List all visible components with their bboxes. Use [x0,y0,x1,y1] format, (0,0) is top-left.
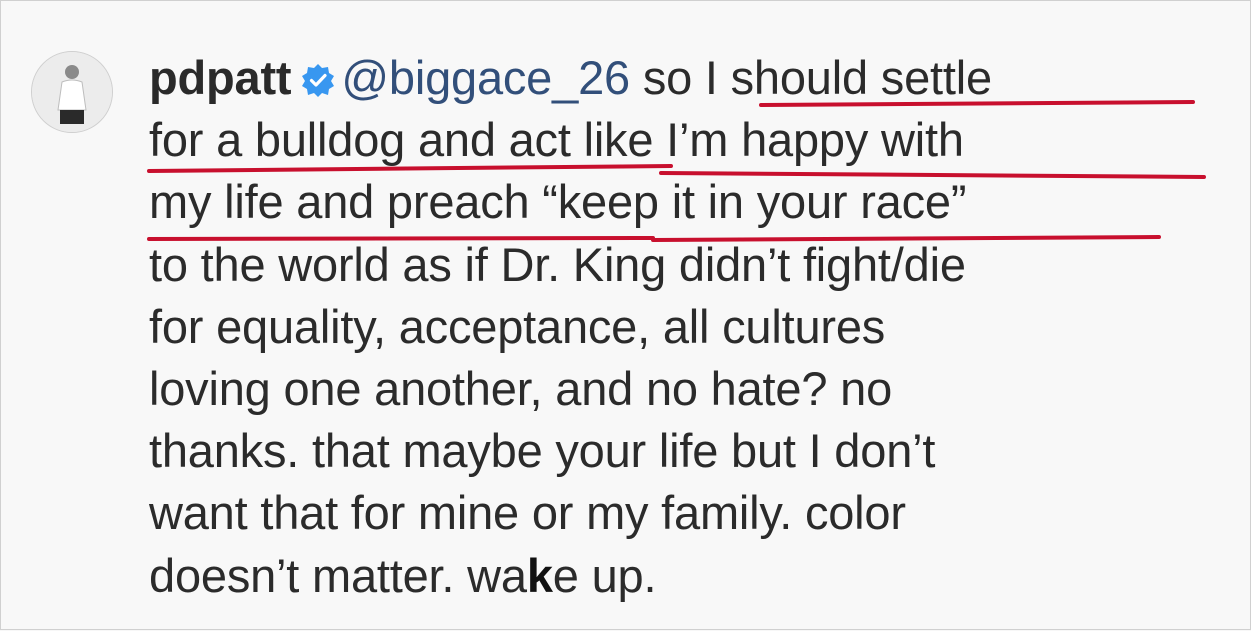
comment-card: pdpatt @biggace_26 so I should settle for… [0,0,1251,630]
comment-username[interactable]: pdpatt [149,51,292,104]
comment-line: loving one another, and no hate? no [149,362,893,416]
emphasized-letter: k [526,548,553,602]
avatar-photo [32,52,112,132]
comment-line: my life and preach “keep it in your race… [149,175,967,229]
comment-text: pdpatt @biggace_26 so I should settle for… [149,47,1229,607]
comment-line: for equality, acceptance, all cultures [149,299,886,353]
comment-line: e up. [552,548,657,602]
avatar[interactable] [31,51,113,133]
comment-line: so I should settle [642,51,992,104]
comment-line: for a bulldog and act like I’m happy wit… [149,113,964,167]
comment-line: want that for mine or my family. color [149,486,906,540]
mention-link[interactable]: @biggace_26 [341,51,630,104]
comment-line: thanks. that maybe your life but I don’t [149,424,936,478]
verified-badge-icon [301,50,335,97]
comment-line: to the world as if Dr. King didn’t fight… [149,237,966,291]
comment-line: doesn’t matter. wa [149,548,527,602]
